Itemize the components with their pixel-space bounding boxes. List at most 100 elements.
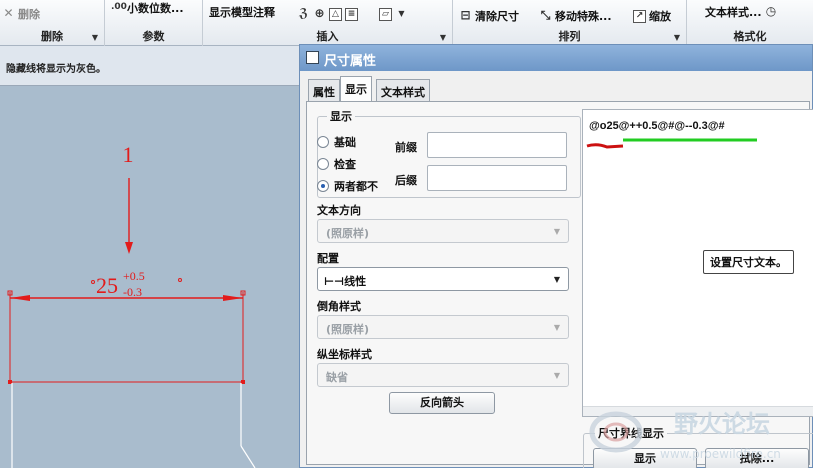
chevron-down-icon: ▼ <box>553 227 560 236</box>
prefix-label: 前缀 <box>395 141 417 154</box>
ordinate-style-select: 缺省 ▼ <box>317 363 569 387</box>
delete-label: 删除 <box>18 8 40 21</box>
callout-number: 1 <box>123 142 134 167</box>
hatch-icon[interactable]: ▱ <box>379 8 392 21</box>
radio-neither[interactable]: 两者都不 <box>317 178 378 194</box>
display-group-legend: 显示 <box>327 108 355 124</box>
dim-marker-left <box>91 280 95 284</box>
drawing-svg: 1 25 +0.5 -0.3 <box>7 142 256 468</box>
dialog-icon <box>306 51 319 64</box>
config-value-wrap: ⊢⊣线性 <box>324 273 366 289</box>
radio-button[interactable] <box>317 158 329 170</box>
dim-handle[interactable] <box>241 380 245 384</box>
watermark-logo: 野火论坛 www.proewildfire.cn <box>589 410 781 461</box>
clean-dims-icon: ⊟ <box>460 7 471 22</box>
chamfer-style-label: 倒角样式 <box>317 300 361 313</box>
decimal-places-button[interactable]: .00 小数位数... <box>111 0 184 16</box>
dim-marker-right <box>178 278 182 282</box>
dim-arrow-left <box>10 295 30 301</box>
move-icon: ⤡ <box>540 7 551 22</box>
chevron-down-icon: ▼ <box>553 323 560 332</box>
ribbon-group-arrange: ⊟ 清除尺寸 ⤡ 移动特殊... ↗ 缩放 排列 ▼ <box>453 0 687 46</box>
chevron-down-icon[interactable]: ▼ <box>395 8 408 21</box>
chevron-down-icon: ▼ <box>553 371 560 380</box>
chevron-down-icon[interactable]: ▼ <box>674 33 680 42</box>
annotation-underlines <box>586 138 757 149</box>
group-title-params: 参数 <box>142 30 165 43</box>
chamfer-style-select: (照原样) ▼ <box>317 315 569 339</box>
tab-text-style[interactable]: 文本样式 <box>376 79 430 101</box>
text-direction-value: (照原样) <box>326 227 370 240</box>
tab-properties[interactable]: 属性 <box>308 79 340 101</box>
close-icon: ✕ <box>3 5 14 20</box>
radio-inspection[interactable]: 检查 <box>317 156 356 172</box>
dimension-text-editor[interactable]: @o25@++0.5@#@--0.3@# 设置尺寸文本。 <box>582 109 813 417</box>
radio-label: 检查 <box>334 158 356 171</box>
note-icon[interactable]: ≡ <box>345 8 358 21</box>
watermark-text: 野火论坛 <box>674 410 770 438</box>
chevron-down-icon[interactable]: ▼ <box>92 33 98 42</box>
ribbon-group-format: 文本样式... ◷ 格式化 <box>687 0 813 46</box>
config-label: 配置 <box>317 252 339 265</box>
show-model-annotation-label: 显示模型注释 <box>209 6 275 19</box>
ribbon-group-insert: 显示模型注释 ℨ ⊕ △ ≡ ▱ ▼ 插入 ▼ <box>203 0 453 46</box>
clean-dims-button[interactable]: ⊟ 清除尺寸 <box>459 8 519 24</box>
radio-button[interactable] <box>317 136 329 148</box>
ordinate-style-label: 纵坐标样式 <box>317 348 372 361</box>
dimension-icon[interactable]: ℨ <box>297 7 310 21</box>
decimal-places-label: 小数位数... <box>127 2 184 15</box>
ribbon: ✕ 删除 删除 ▼ .00 小数位数... 参数 显示模型注释 ℨ ⊕ △ ≡ … <box>0 0 813 46</box>
move-special-label: 移动特殊... <box>555 10 612 23</box>
radio-button-selected[interactable] <box>317 180 329 192</box>
insert-tools: ℨ ⊕ △ ≡ ▱ ▼ <box>297 7 408 21</box>
dim-lower-tol: -0.3 <box>123 285 142 299</box>
text-style-button[interactable]: 文本样式... ◷ <box>705 4 778 20</box>
zoom-icon: ↗ <box>633 9 646 23</box>
radio-label: 两者都不 <box>334 180 378 193</box>
chevron-down-icon: ▼ <box>553 275 560 284</box>
dim-arrow-right <box>223 295 243 301</box>
ribbon-group-params: .00 小数位数... 参数 <box>105 0 203 46</box>
message-bar: 隐藏线将显示为灰色。 <box>0 46 300 86</box>
group-title-format: 格式化 <box>733 30 767 43</box>
group-title-arrange: 排列 <box>558 30 581 43</box>
decimal-icon: .00 <box>111 1 127 12</box>
chamfer-style-value: (照原样) <box>326 323 370 336</box>
text-direction-label: 文本方向 <box>317 204 361 217</box>
tooltip: 设置尺寸文本。 <box>703 250 794 274</box>
delete-button[interactable]: ✕ 删除 <box>2 6 40 22</box>
clock-icon: ◷ <box>765 3 777 18</box>
config-value: 线性 <box>344 275 367 288</box>
model-edge <box>240 445 256 468</box>
dialog-titlebar[interactable]: 尺寸属性 <box>300 45 812 71</box>
zoom-label: 缩放 <box>649 10 671 23</box>
suffix-label: 后缀 <box>395 174 417 187</box>
prefix-input[interactable] <box>427 132 567 158</box>
dialog-title: 尺寸属性 <box>324 54 377 69</box>
chevron-down-icon[interactable]: ▼ <box>440 33 446 42</box>
config-select[interactable]: ⊢⊣线性 ▼ <box>317 267 569 291</box>
move-special-button[interactable]: ⤡ 移动特殊... <box>539 8 612 24</box>
text-direction-select: (照原样) ▼ <box>317 219 569 243</box>
graphics-canvas[interactable]: 1 25 +0.5 -0.3 <box>0 86 300 468</box>
radio-basic[interactable]: 基础 <box>317 134 356 150</box>
suffix-input[interactable] <box>427 165 567 191</box>
linear-icon: ⊢⊣ <box>324 275 345 288</box>
tab-display[interactable]: 显示 <box>340 76 372 102</box>
callout-arrow-head <box>125 242 133 254</box>
watermark: 野火论坛 www.proewildfire.cn <box>582 402 813 468</box>
ribbon-group-delete: ✕ 删除 删除 ▼ <box>0 0 105 46</box>
group-title-insert: 插入 <box>316 30 339 43</box>
dim-nominal: 25 <box>96 273 118 298</box>
dim-upper-tol: +0.5 <box>123 269 145 283</box>
flip-arrows-button[interactable]: 反向箭头 <box>389 392 495 414</box>
zoom-button[interactable]: ↗ 缩放 <box>633 8 671 24</box>
datum-icon[interactable]: ⊕ <box>313 7 326 21</box>
clean-dims-label: 清除尺寸 <box>475 10 519 23</box>
watermark-url: www.proewildfire.cn <box>660 447 781 461</box>
group-title-delete: 删除 <box>41 30 63 43</box>
red-underline <box>586 143 624 149</box>
surface-finish-icon[interactable]: △ <box>329 8 342 21</box>
ordinate-style-value: 缺省 <box>326 371 348 384</box>
show-model-annotation-button[interactable]: 显示模型注释 <box>209 4 275 20</box>
